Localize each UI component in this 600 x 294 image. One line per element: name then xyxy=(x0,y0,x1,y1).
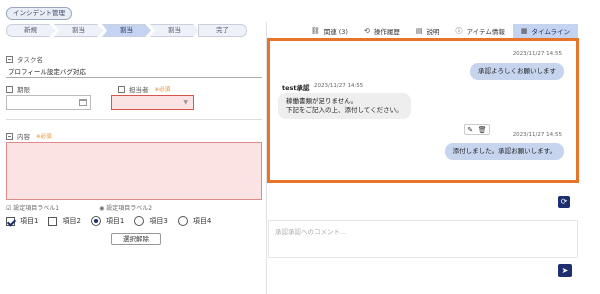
option-group-labels: ☑ 設定項目ラベル1 ◉ 設定項目ラベル2 xyxy=(6,203,152,212)
radio-group-label: ◉ 設定項目ラベル2 xyxy=(99,205,153,212)
comment-placeholder: 承認承認へのコメント... xyxy=(275,228,347,236)
checkbox-checked[interactable] xyxy=(6,216,15,226)
info-icon: ⓘ xyxy=(455,27,463,35)
delete-icon[interactable]: 🗑 xyxy=(478,126,487,134)
owner-label-row: 担当者 ※必須 xyxy=(118,84,170,94)
message-edit-tools: ✎ 🗑 xyxy=(464,124,490,135)
chevron-down-icon: ▼ xyxy=(183,99,188,106)
checkbox-option-1[interactable]: 項目1 xyxy=(6,216,38,226)
checkbox-option-2[interactable]: 項目2 xyxy=(48,216,81,226)
radio-option-3[interactable]: 項目3 xyxy=(134,216,168,226)
history-icon: ⟲ xyxy=(363,27,370,35)
owner-select[interactable]: ▼ xyxy=(111,95,194,110)
edit-icon[interactable]: ✎ xyxy=(467,126,473,134)
deadline-label-row: 期限 xyxy=(6,84,30,94)
refresh-icon: ⟳ xyxy=(560,197,568,206)
step-complete[interactable]: 完了 xyxy=(198,24,247,37)
message-other: 稼働書類が足りません。 下記をご記入の上、添付してください。 xyxy=(278,93,411,120)
content-required-mark: ※必須 xyxy=(36,134,52,140)
message-timestamp: 2023/11/27 14:55 xyxy=(314,83,364,89)
step-assign-3[interactable]: 割当 xyxy=(150,24,199,37)
task-name-input[interactable]: プロフィール設定バグ対応 xyxy=(6,66,262,78)
step-assign-2[interactable]: 割当 xyxy=(102,24,151,37)
collapse-icon[interactable] xyxy=(6,55,13,63)
deadline-label: 期限 xyxy=(17,86,30,94)
message-self: 承認よろしくお願いします xyxy=(470,63,564,81)
timeline-icon: ▦ xyxy=(520,27,528,35)
comment-input[interactable]: 承認承認へのコメント... xyxy=(268,220,578,258)
owner-label: 担当者 xyxy=(129,86,149,94)
tab-history[interactable]: ⟲ 操作履歴 xyxy=(356,24,408,38)
person-icon xyxy=(118,85,125,93)
tab-item-info[interactable]: ⓘ アイテム情報 xyxy=(447,24,512,38)
send-button[interactable]: ➤ xyxy=(558,264,572,277)
message-timestamp: 2023/11/27 14:55 xyxy=(512,51,562,57)
document-icon: ▤ xyxy=(415,27,423,35)
radio-option-4[interactable]: 項目4 xyxy=(177,216,211,226)
refresh-button[interactable]: ⟳ xyxy=(558,196,570,208)
radio-unselected[interactable] xyxy=(134,216,145,226)
message-timestamp: 2023/11/27 14:55 xyxy=(512,132,562,138)
tab-related[interactable]: ⛓ 関連 (3) xyxy=(303,24,356,38)
content-label: 内容 xyxy=(17,133,30,141)
deadline-date-input[interactable] xyxy=(6,95,91,110)
tab-timeline[interactable]: ▦ タイムライン xyxy=(512,24,578,38)
checkbox-unchecked[interactable] xyxy=(48,216,58,226)
step-new[interactable]: 新規 xyxy=(6,24,55,37)
detail-tabs: ⛓ 関連 (3) ⟲ 操作履歴 ▤ 説明 ⓘ アイテム情報 ▦ タイムライン xyxy=(268,24,578,38)
radio-selected[interactable] xyxy=(90,216,101,226)
timeline-panel: 2023/11/27 14:55 承認よろしくお願いします test承認 202… xyxy=(267,38,579,183)
task-name-label-row: タスク名 xyxy=(6,54,43,64)
tab-description[interactable]: ▤ 説明 xyxy=(408,24,448,38)
content-label-row: 内容 ※必須 xyxy=(6,131,52,141)
text-icon xyxy=(6,132,13,140)
clear-selection-button[interactable]: 選択解除 xyxy=(111,233,161,245)
app-tag: インシデント管理 xyxy=(6,7,72,20)
task-name-label: タスク名 xyxy=(17,56,43,64)
radio-option-1[interactable]: 項目1 xyxy=(90,216,124,226)
message-sender: test承認 xyxy=(282,84,310,92)
calendar-icon[interactable] xyxy=(79,99,87,106)
link-icon: ⛓ xyxy=(310,27,320,35)
radio-unselected[interactable] xyxy=(177,216,188,226)
options-row: 項目1 項目2 項目1 項目3 項目4 xyxy=(6,216,221,226)
step-assign-1[interactable]: 割当 xyxy=(54,24,103,37)
calendar-small-icon xyxy=(6,85,13,93)
owner-required-mark: ※必須 xyxy=(154,87,171,93)
message-self: 添付しました。承認お願いします。 xyxy=(444,143,564,161)
divider xyxy=(6,119,262,120)
checkbox-group-label: ☑ 設定項目ラベル1 xyxy=(6,205,60,212)
content-textarea[interactable] xyxy=(6,142,262,200)
status-stepper: 新規 割当 割当 割当 完了 xyxy=(6,24,247,37)
send-icon: ➤ xyxy=(561,266,569,275)
